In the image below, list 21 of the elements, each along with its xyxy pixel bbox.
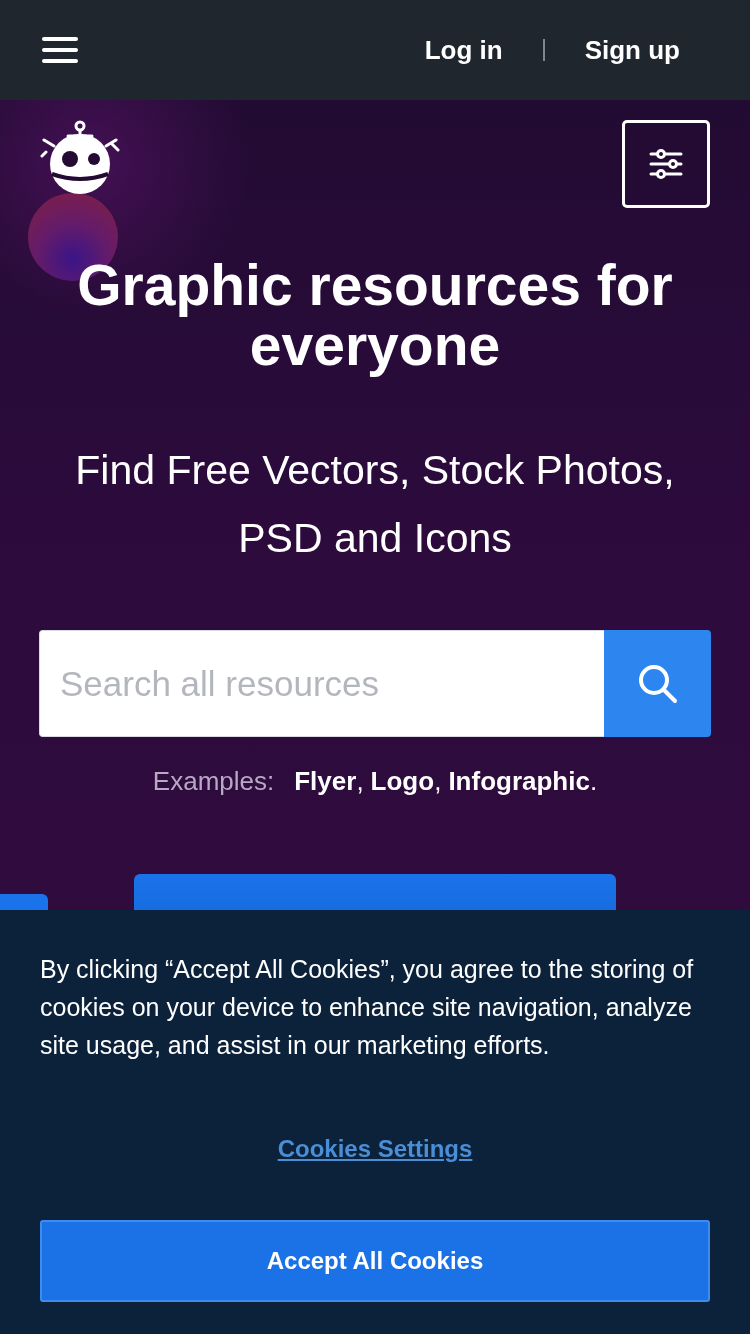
punctuation-text: . [589,766,598,796]
hero-title: Graphic resources for everyone [76,255,674,375]
filter-button[interactable] [622,120,710,208]
header-link[interactable]: Sign up [584,34,680,66]
examples-label: Examples: [152,766,275,796]
accept-cookies-button[interactable]: Accept All Cookies [40,1220,710,1302]
cookies-settings-link[interactable]: Cookies Settings [277,1134,473,1164]
hero-subtitle: Find Free Vectors, Stock Photos, PSD and Icons [74,446,676,563]
search-field[interactable]: Search all resources [39,630,604,737]
example-link[interactable]: Flyer [294,766,357,796]
menu-icon[interactable] [42,37,78,63]
punctuation-text: , [434,766,442,796]
search-button[interactable] [604,630,711,737]
cookie-message: By clicking “Accept All Cookies”, you agree to the storing of cookies on your device to enhance site navigation, analyze site usage, and assist in our marketing efforts. [40,954,695,1061]
example-link[interactable]: Infographic [448,766,590,796]
header-link[interactable]: Log in [424,34,503,66]
sliders-icon [649,149,683,179]
search-icon [637,663,678,704]
robot-logo-icon[interactable] [40,120,120,196]
example-link[interactable]: Logo [370,766,435,796]
punctuation-text: , [356,766,364,796]
